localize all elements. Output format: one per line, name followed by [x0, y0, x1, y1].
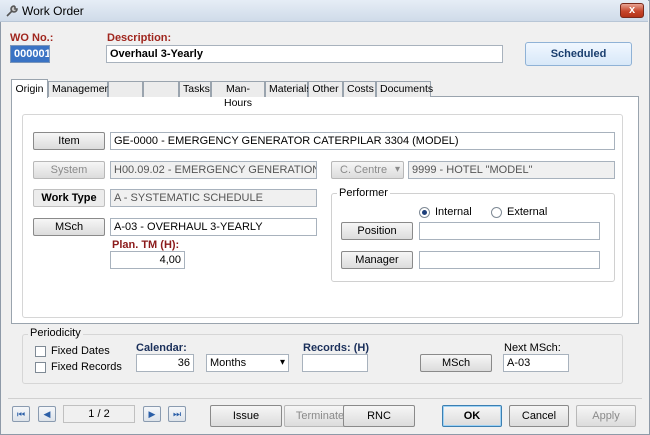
system-field[interactable]: H00.09.02 - EMERGENCY GENERATION — [110, 161, 317, 179]
records-label: Records: (H) — [303, 342, 370, 354]
fixed-records-checkbox[interactable] — [35, 362, 46, 373]
wo-no-field[interactable]: 000001 — [10, 45, 50, 63]
manager-field[interactable] — [419, 251, 600, 269]
fixed-dates-label: Fixed Dates — [51, 345, 110, 357]
calendar-field[interactable]: 36 — [136, 354, 194, 372]
tab-man-hours[interactable]: Man-Hours — [211, 81, 265, 109]
tab-other[interactable]: Other — [308, 81, 343, 97]
footer-divider — [8, 398, 642, 399]
page-counter: 1 / 2 — [63, 405, 135, 423]
tab-management[interactable]: Management — [48, 81, 113, 97]
periodicity-legend: Periodicity — [28, 327, 83, 339]
records-field[interactable] — [302, 354, 368, 372]
calendar-unit-select[interactable]: Months — [206, 354, 289, 372]
tab-tasks[interactable]: Tasks — [179, 81, 211, 97]
ok-button[interactable]: OK — [442, 405, 502, 427]
position-button[interactable]: Position — [341, 222, 413, 240]
tab-blank-1[interactable] — [108, 81, 143, 97]
plan-tm-field[interactable]: 4,00 — [110, 251, 185, 269]
wrench-icon — [6, 5, 18, 17]
system-button[interactable]: System — [33, 161, 105, 179]
last-record-icon[interactable]: ⏭ — [168, 406, 186, 422]
internal-label: Internal — [435, 206, 472, 218]
description-field[interactable]: Overhaul 3-Yearly — [106, 45, 503, 63]
position-field[interactable] — [419, 222, 600, 240]
manager-button[interactable]: Manager — [341, 251, 413, 269]
tab-materials[interactable]: Materials — [265, 81, 312, 97]
window-title: Work Order — [22, 4, 84, 18]
cost-centre-dropdown[interactable]: C. Centre — [331, 161, 404, 179]
plan-tm-label: Plan. TM (H): — [112, 239, 180, 251]
msch-field[interactable]: A-03 - OVERHAUL 3-YEARLY — [110, 218, 317, 236]
external-radio[interactable] — [491, 207, 502, 218]
issue-button[interactable]: Issue — [210, 405, 282, 427]
tab-documents[interactable]: Documents — [376, 81, 433, 97]
title-bar — [0, 0, 648, 22]
close-button[interactable]: x — [620, 3, 644, 18]
item-field[interactable]: GE-0000 - EMERGENCY GENERATOR CATERPILAR… — [110, 132, 615, 150]
first-record-icon[interactable]: ⏮ — [12, 406, 30, 422]
apply-button[interactable]: Apply — [576, 405, 636, 427]
item-button[interactable]: Item — [33, 132, 105, 150]
msch-button[interactable]: MSch — [33, 218, 105, 236]
cost-centre-field[interactable]: 9999 - HOTEL "MODEL" — [408, 161, 615, 179]
wo-no-label: WO No.: — [10, 32, 54, 44]
work-type-field[interactable]: A - SYSTEMATIC SCHEDULE — [110, 189, 317, 207]
calendar-label: Calendar: — [136, 342, 187, 354]
next-msch-field[interactable]: A-03 — [503, 354, 569, 372]
next-msch-label: Next MSch: — [504, 342, 561, 354]
periodicity-msch-button[interactable]: MSch — [420, 354, 492, 372]
work-type-label: Work Type — [33, 189, 105, 207]
description-label: Description: — [107, 32, 172, 44]
cancel-button[interactable]: Cancel — [509, 405, 569, 427]
external-label: External — [507, 206, 548, 218]
tab-origin[interactable]: Origin — [11, 79, 48, 98]
status-badge: Scheduled — [525, 42, 632, 66]
fixed-dates-checkbox[interactable] — [35, 346, 46, 357]
rnc-button[interactable]: RNC — [343, 405, 415, 427]
fixed-records-label: Fixed Records — [51, 361, 122, 373]
tab-costs[interactable]: Costs — [343, 81, 376, 97]
tab-blank-2[interactable] — [143, 81, 179, 97]
previous-record-icon[interactable]: ◀ — [38, 406, 56, 422]
next-record-icon[interactable]: ▶ — [143, 406, 161, 422]
internal-radio[interactable] — [419, 207, 430, 218]
performer-legend: Performer — [337, 187, 390, 199]
